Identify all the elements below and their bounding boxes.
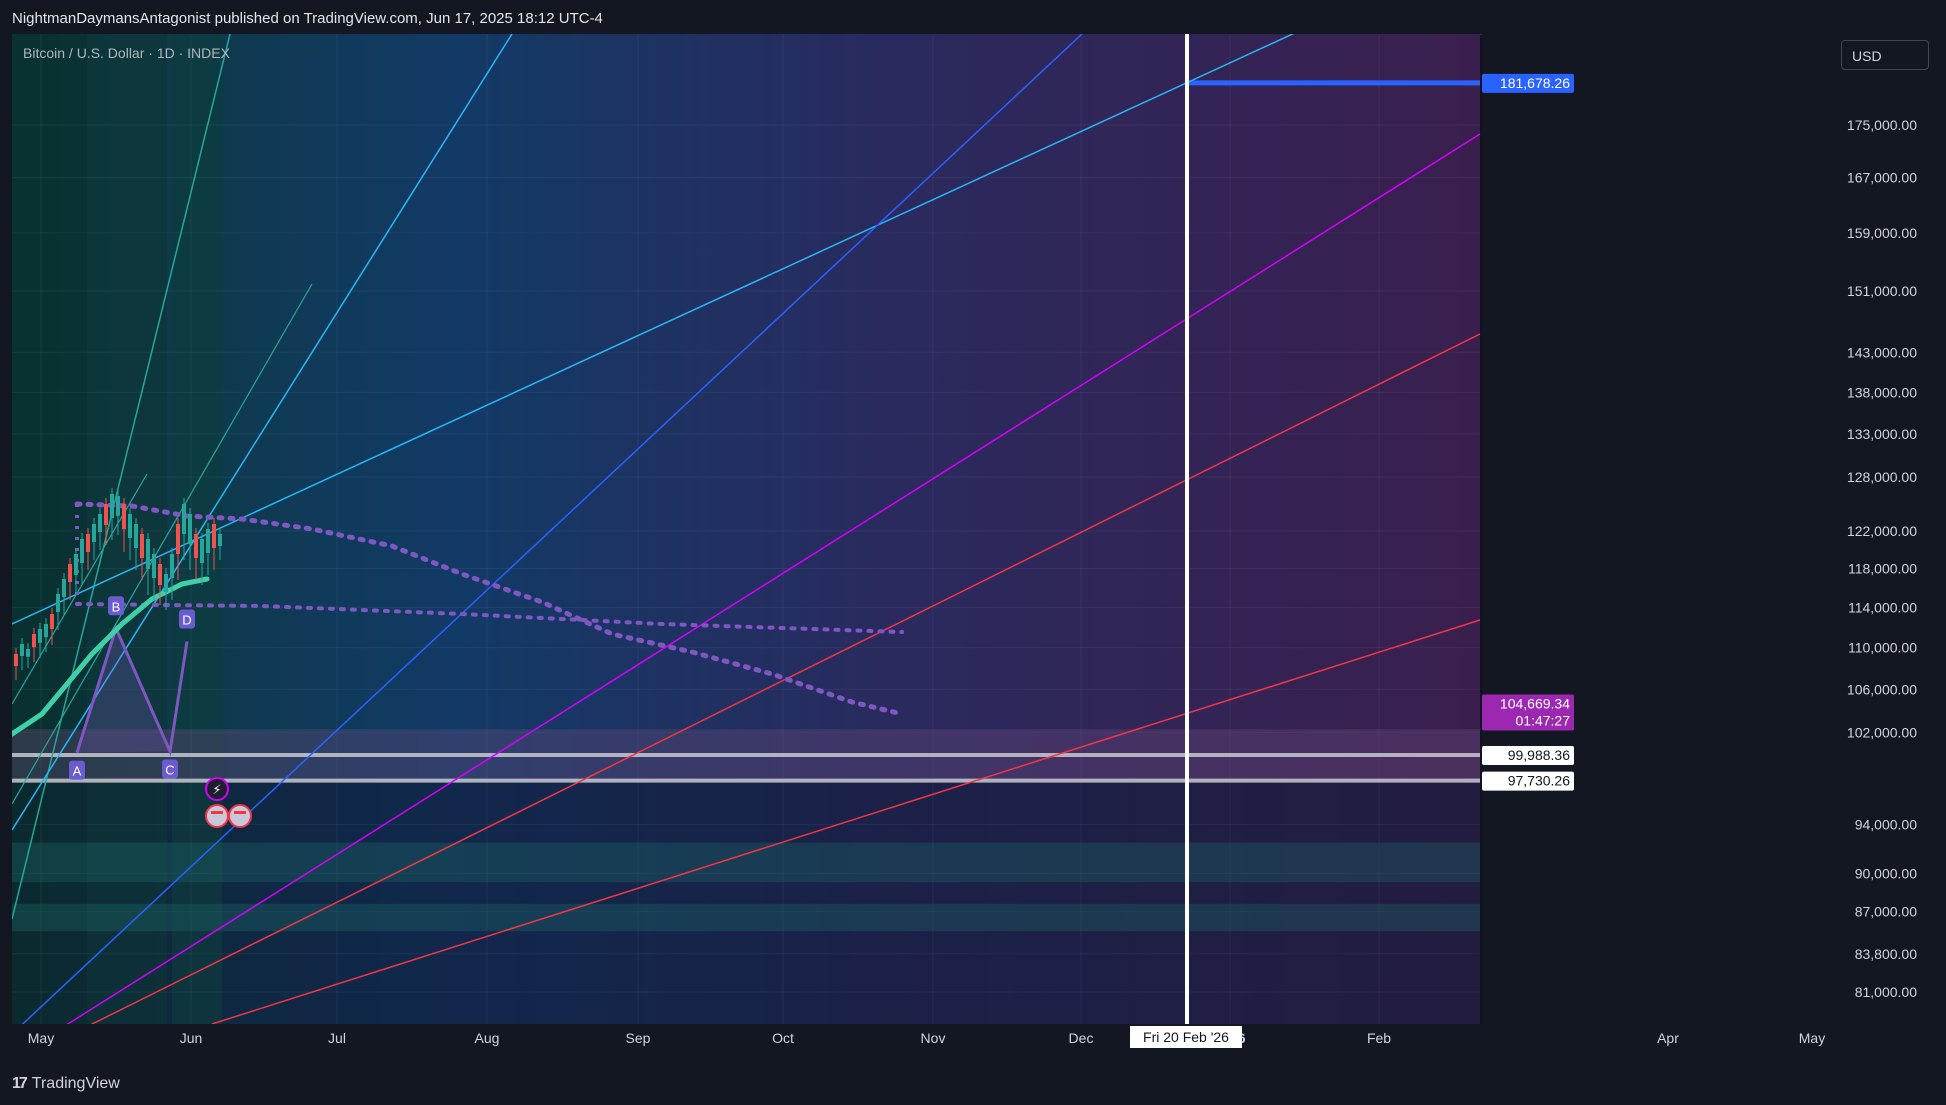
footer: 17 TradingView: [0, 1063, 1946, 1105]
candle-body: [62, 579, 66, 597]
support-zone: [12, 903, 1480, 932]
price-label-text: 181,678.26: [1500, 75, 1570, 91]
candle-body: [194, 534, 198, 558]
x-tick-label: Sep: [626, 1030, 651, 1046]
pattern-point-label: B: [112, 599, 121, 614]
x-tick-label: Jun: [180, 1030, 203, 1046]
pattern-point-label: D: [182, 612, 191, 627]
support-zone: [12, 842, 1480, 883]
candle-body: [56, 594, 60, 612]
x-tick-label: Oct: [772, 1030, 794, 1046]
y-tick-label: 175,000.00: [1847, 117, 1917, 133]
y-tick-label: 81,000.00: [1855, 984, 1917, 1000]
y-tick-label: 83,800.00: [1855, 946, 1917, 962]
y-tick-label: 138,000.00: [1847, 384, 1917, 400]
candle-body: [212, 524, 216, 548]
y-tick-label: 106,000.00: [1847, 681, 1917, 697]
x-tick-label: Feb: [1367, 1030, 1391, 1046]
time-axis: [12, 1024, 1935, 1059]
candle-body: [158, 564, 162, 585]
candle-body: [44, 624, 48, 638]
y-tick-label: 159,000.00: [1847, 225, 1917, 241]
candle-body: [176, 524, 180, 554]
y-tick-label: 87,000.00: [1855, 904, 1917, 920]
candle-body: [68, 564, 72, 582]
candle-body: [146, 539, 150, 569]
candle-body: [206, 529, 210, 553]
crosshair-date-label: Fri 20 Feb '26: [1143, 1029, 1229, 1045]
candle-body: [128, 514, 132, 538]
y-tick-label: 151,000.00: [1847, 283, 1917, 299]
candle-body: [38, 629, 42, 643]
y-tick-label: 110,000.00: [1848, 640, 1917, 656]
y-tick-label: 94,000.00: [1855, 816, 1917, 832]
price-label-text: 97,730.26: [1508, 773, 1570, 789]
candle-body: [50, 614, 54, 629]
candle-body: [104, 504, 108, 525]
brand-name: TradingView: [31, 1075, 120, 1092]
candle-body: [164, 574, 168, 592]
us-flag-event-icon: [228, 804, 252, 828]
candle-body: [218, 534, 222, 546]
x-tick-label: Dec: [1069, 1030, 1094, 1046]
y-tick-label: 122,000.00: [1847, 523, 1917, 539]
candle-body: [14, 654, 18, 666]
x-tick-label: May: [1799, 1030, 1825, 1046]
x-tick-label: Apr: [1657, 1030, 1679, 1046]
x-tick-label: Jul: [328, 1030, 346, 1046]
flag-stripe: [211, 811, 223, 814]
pattern-point-label: C: [165, 762, 174, 777]
price-label-text: 99,988.36: [1508, 747, 1570, 763]
y-tick-label: 90,000.00: [1855, 865, 1917, 881]
y-tick-label: 102,000.00: [1847, 725, 1917, 741]
candle-body: [92, 524, 96, 542]
candle-body: [20, 644, 24, 656]
us-flag-event-icon: [205, 804, 229, 828]
candle-body: [122, 504, 126, 530]
chart-canvas[interactable]: A B C D ⚡ 175,000.00 167,000.00 159,000.00 151,…: [12, 34, 1935, 1059]
symbol-label: Bitcoin / U.S. Dollar · 1D · INDEX: [23, 45, 230, 61]
candle-body: [26, 649, 30, 657]
candle-body: [140, 534, 144, 558]
candle-body: [134, 524, 138, 548]
candle-body: [170, 554, 174, 578]
candle-body: [200, 539, 204, 563]
price-label-text: 104,669.34: [1500, 695, 1570, 711]
tradingview-logo-icon: 17: [12, 1075, 28, 1092]
candle-body: [152, 554, 156, 578]
y-tick-label: 114,000.00: [1848, 599, 1917, 615]
candle-body: [80, 539, 84, 563]
x-tick-label: May: [28, 1030, 54, 1046]
lightning-glyph: ⚡: [212, 783, 221, 798]
y-tick-label: 167,000.00: [1847, 170, 1917, 186]
pattern-point-label: A: [73, 764, 82, 779]
y-tick-label: 143,000.00: [1847, 344, 1917, 360]
y-tick-label: 133,000.00: [1847, 426, 1917, 442]
candle-body: [86, 534, 90, 552]
x-tick-label: Aug: [475, 1030, 500, 1046]
countdown-label: 01:47:27: [1516, 712, 1571, 728]
candle-body: [188, 514, 192, 544]
y-tick-label: 128,000.00: [1847, 469, 1917, 485]
candle-body: [98, 514, 102, 532]
candle-body: [116, 496, 120, 516]
x-tick-label: Nov: [921, 1030, 946, 1046]
y-tick-label: 118,000.00: [1848, 561, 1917, 577]
candle-body: [74, 554, 78, 575]
candle-body: [32, 634, 36, 648]
publish-header: NightmanDaymansAntagonist published on T…: [12, 10, 603, 27]
currency-button[interactable]: USD: [1841, 40, 1929, 70]
candle-body: [182, 504, 186, 534]
flag-stripe: [234, 811, 246, 814]
candle-body: [110, 494, 114, 518]
tradingview-logo[interactable]: 17 TradingView: [12, 1075, 120, 1093]
